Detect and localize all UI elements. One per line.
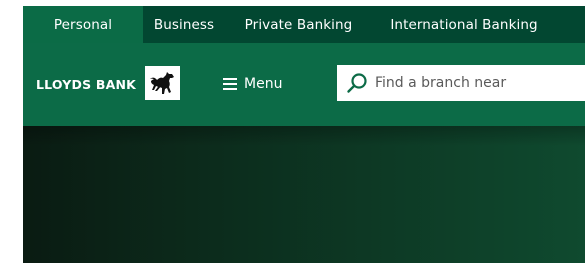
top-navigation: Personal Business Private Banking Intern… bbox=[23, 6, 585, 43]
black-horse-icon bbox=[150, 71, 174, 94]
tab-private-banking[interactable]: Private Banking bbox=[225, 6, 372, 43]
logo[interactable] bbox=[145, 66, 180, 100]
search-icon[interactable] bbox=[337, 72, 371, 94]
menu-label: Menu bbox=[244, 76, 283, 92]
hero-banner bbox=[23, 126, 585, 263]
search-input[interactable] bbox=[371, 75, 571, 91]
tab-business[interactable]: Business bbox=[143, 6, 225, 43]
page-frame: Personal Business Private Banking Intern… bbox=[23, 6, 585, 263]
site-header: LLOYDS BANK Menu bbox=[23, 43, 585, 126]
hamburger-icon bbox=[223, 78, 237, 90]
menu-button[interactable]: Menu bbox=[223, 73, 282, 95]
tab-personal[interactable]: Personal bbox=[23, 6, 143, 43]
branch-search[interactable] bbox=[337, 65, 585, 101]
tab-international-banking[interactable]: International Banking bbox=[372, 6, 537, 43]
brand-name[interactable]: LLOYDS BANK bbox=[36, 77, 136, 92]
